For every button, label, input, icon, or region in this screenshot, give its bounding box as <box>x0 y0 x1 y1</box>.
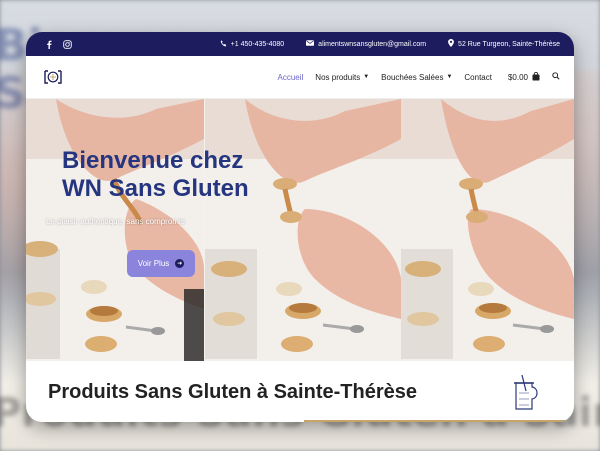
nav-home[interactable]: Accueil <box>278 73 304 82</box>
jar-illustration-icon <box>510 373 540 413</box>
hero-photo-left <box>26 99 204 361</box>
email-contact[interactable]: alimentswnsansgluten@gmail.com <box>306 40 426 48</box>
contact-info: +1 450-435-4080 alimentswnsansgluten@gma… <box>204 39 560 49</box>
phone-number: +1 450-435-4080 <box>230 40 285 48</box>
search-icon[interactable] <box>552 72 560 82</box>
chevron-down-icon: ▼ <box>446 74 453 80</box>
section-heading: Produits Sans Gluten à Sainte-Thérèse <box>48 380 417 403</box>
products-section-header: Produits Sans Gluten à Sainte-Thérèse <box>26 361 574 422</box>
main-navbar: Accueil Nos produits ▼ Bouchées Salées ▼… <box>26 56 574 99</box>
chevron-down-icon: ▼ <box>363 74 370 80</box>
phone-contact[interactable]: +1 450-435-4080 <box>220 39 285 49</box>
address-contact[interactable]: 52 Rue Turgeon, Sainte-Thérèse <box>448 39 560 49</box>
instagram-icon[interactable] <box>63 39 72 49</box>
map-pin-icon <box>448 39 454 49</box>
main-menu: Accueil Nos produits ▼ Bouchées Salées ▼… <box>278 71 561 83</box>
nav-products-label: Nos produits <box>315 72 361 82</box>
facebook-icon[interactable] <box>44 40 53 49</box>
shopping-bag-icon <box>532 71 540 83</box>
hero-banner: Bienvenue chez WN Sans Gluten Le plaisir… <box>26 99 574 361</box>
nav-contact[interactable]: Contact <box>464 73 492 82</box>
street-address: 52 Rue Turgeon, Sainte-Thérèse <box>458 40 560 48</box>
voir-plus-button[interactable]: Voir Plus ➜ <box>127 250 195 277</box>
cart-button[interactable]: $0.00 <box>507 71 540 83</box>
browser-window: +1 450-435-4080 alimentswnsansgluten@gma… <box>26 32 574 422</box>
cart-amount: $0.00 <box>507 72 528 82</box>
email-address: alimentswnsansgluten@gmail.com <box>318 40 427 48</box>
site-logo[interactable] <box>42 68 64 86</box>
hero-subtitle: Le plaisir authentique, sans compromis <box>46 217 185 226</box>
hero-title: Bienvenue chez WN Sans Gluten <box>62 147 249 203</box>
arrow-right-icon: ➜ <box>175 259 185 268</box>
social-links <box>44 39 72 49</box>
hero-photo-right <box>401 99 574 361</box>
section-accent-line <box>304 420 574 422</box>
envelope-icon <box>306 40 315 48</box>
hero-title-line2: WN Sans Gluten <box>62 175 249 202</box>
nav-bouchees[interactable]: Bouchées Salées ▼ <box>381 73 452 82</box>
phone-icon <box>220 39 227 49</box>
voir-plus-label: Voir Plus <box>137 259 170 268</box>
top-info-bar: +1 450-435-4080 alimentswnsansgluten@gma… <box>26 32 574 56</box>
nav-products[interactable]: Nos produits ▼ <box>315 73 369 82</box>
hero-title-line1: Bienvenue chez <box>62 147 244 174</box>
hero-photo-center <box>205 99 401 361</box>
nav-bouchees-label: Bouchées Salées <box>381 72 444 82</box>
